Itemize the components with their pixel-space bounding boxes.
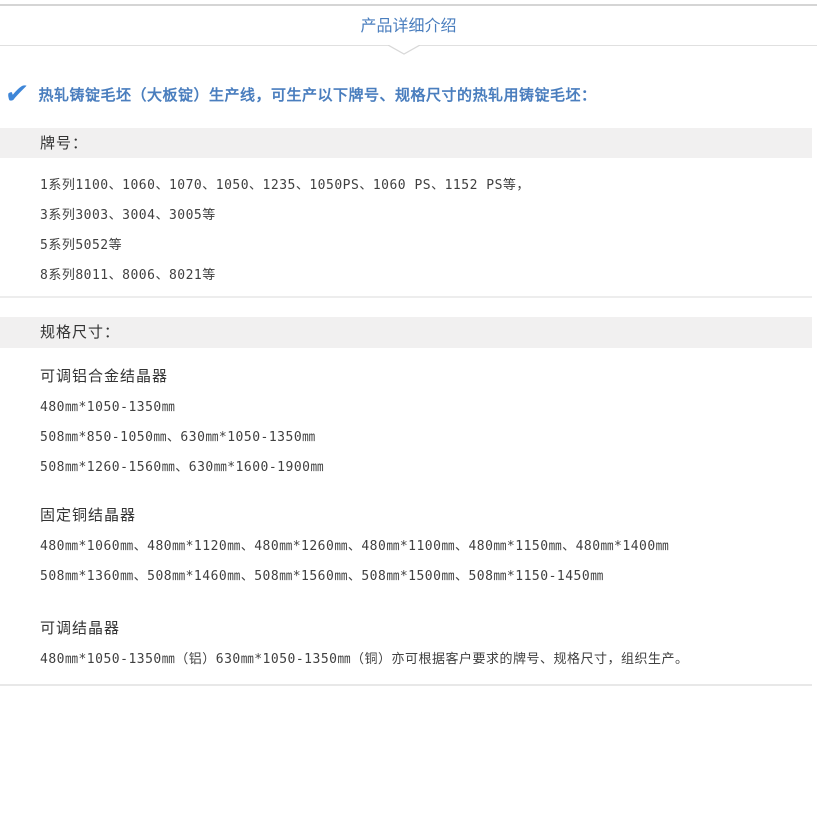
page-header: 产品详细介绍: [0, 6, 817, 45]
spec-line: 508㎜*850-1050㎜、630㎜*1050-1350㎜: [40, 423, 812, 453]
check-icon: ✔: [3, 80, 30, 108]
spec-line: 480㎜*1050-1350㎜: [40, 393, 812, 423]
spec-line: 508㎜*1360㎜、508㎜*1460㎜、508㎜*1560㎜、508㎜*15…: [40, 562, 812, 592]
grades-list: 1系列1100、1060、1070、1050、1235、1050PS、1060 …: [0, 158, 812, 298]
spec-group-title-fixed-copper: 固定铜结晶器: [40, 500, 812, 530]
spec-group-title-adjustable: 可调结晶器: [40, 613, 812, 643]
spec-line-custom-production: 480㎜*1050-1350㎜（铝）630㎜*1050-1350㎜（铜）亦可根据…: [40, 645, 812, 675]
tab-product-detail[interactable]: 产品详细介绍: [360, 6, 456, 45]
intro-heading: 热轧铸锭毛坯（大板锭）生产线，可生产以下牌号、规格尺寸的热轧用铸锭毛坯：: [38, 84, 596, 105]
grade-line-series8: 8系列8011、8006、8021等: [40, 261, 812, 291]
intro-row: ✔ 热轧铸锭毛坯（大板锭）生产线，可生产以下牌号、规格尺寸的热轧用铸锭毛坯：: [0, 80, 817, 108]
spec-line: 508㎜*1260-1560㎜、630㎜*1600-1900㎜: [40, 453, 812, 483]
grade-line-series3: 3系列3003、3004、3005等: [40, 201, 812, 231]
active-tab-notch-icon: [388, 45, 420, 57]
spec-line: 480㎜*1060㎜、480㎜*1120㎜、480㎜*1260㎜、480㎜*11…: [40, 532, 812, 562]
specs-list: 可调铝合金结晶器 480㎜*1050-1350㎜ 508㎜*850-1050㎜、…: [0, 348, 812, 686]
product-detail-page: 产品详细介绍 ✔ 热轧铸锭毛坯（大板锭）生产线，可生产以下牌号、规格尺寸的热轧用…: [0, 4, 817, 824]
grade-line-series1: 1系列1100、1060、1070、1050、1235、1050PS、1060 …: [40, 171, 812, 201]
spec-group-title-adjustable-aluminum: 可调铝合金结晶器: [40, 361, 812, 391]
section-header-specs: 规格尺寸：: [0, 317, 812, 348]
header-divider: [0, 45, 817, 46]
section-header-grades: 牌号：: [0, 128, 812, 158]
grade-line-series5: 5系列5052等: [40, 231, 812, 261]
